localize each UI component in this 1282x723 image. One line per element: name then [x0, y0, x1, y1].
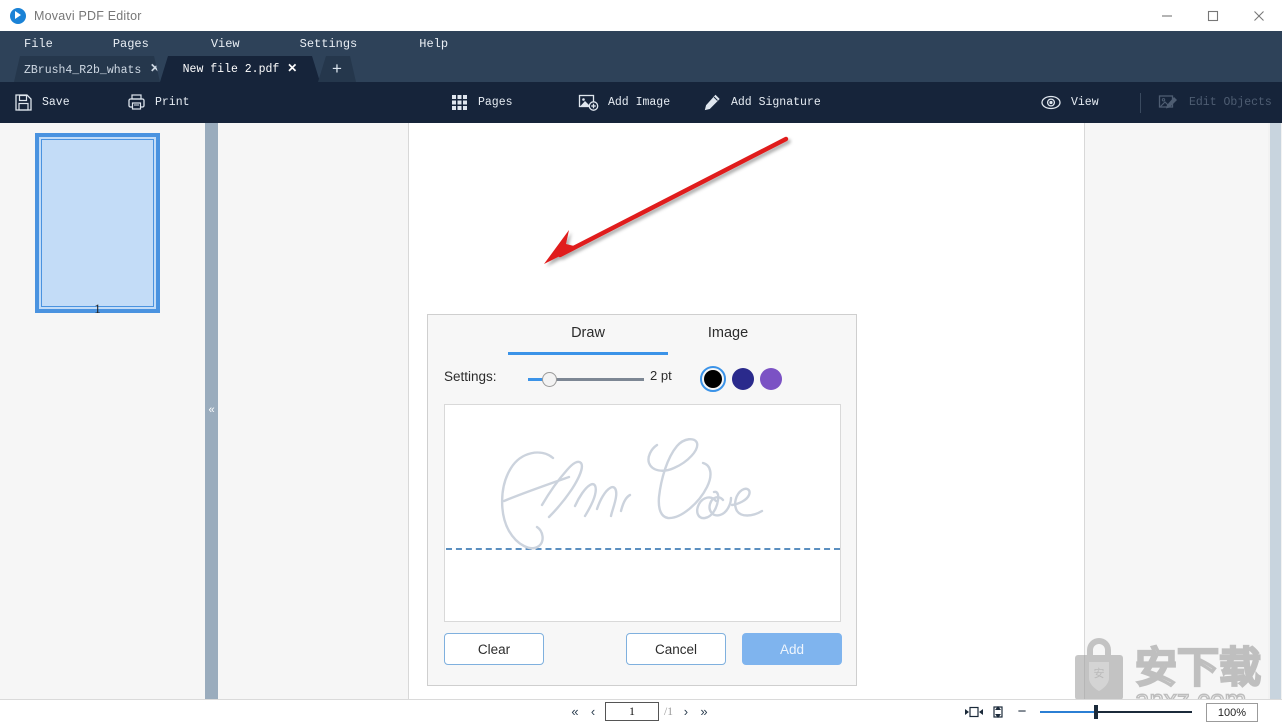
signature-dialog-tabs: Draw Image	[428, 315, 858, 357]
toolbar-divider	[1140, 93, 1141, 113]
color-swatches	[700, 366, 782, 392]
color-swatch-indigo[interactable]	[732, 368, 754, 390]
maximize-button[interactable]	[1190, 0, 1236, 31]
page-navigation: « ‹ 1 /1 › »	[566, 700, 713, 723]
tab-close-icon[interactable]: ✕	[150, 63, 160, 75]
fit-width-icon[interactable]	[962, 700, 986, 723]
view-button[interactable]: View	[1040, 82, 1099, 123]
scrollbar-thumb[interactable]	[1270, 123, 1281, 699]
add-image-icon	[578, 93, 599, 112]
settings-label: Settings:	[444, 369, 497, 384]
zoom-level-value[interactable]: 100%	[1206, 703, 1258, 722]
tab-image[interactable]: Image	[668, 325, 788, 341]
signature-dialog: Draw Image Settings: 2 pt Clear Cancel A…	[427, 314, 857, 686]
thumbnail-page-number: 1	[94, 301, 101, 316]
save-icon	[14, 93, 33, 112]
eye-icon	[1040, 93, 1062, 112]
status-bar: « ‹ 1 /1 › » − 100%	[0, 699, 1282, 723]
next-page-button[interactable]: ›	[677, 700, 695, 723]
workspace: 1 « Draw Image Settings: 2 pt Clear Canc…	[0, 123, 1282, 699]
print-button[interactable]: Print	[127, 82, 190, 123]
pages-label: Pages	[478, 96, 513, 109]
zoom-slider-knob[interactable]	[1094, 705, 1098, 719]
close-button[interactable]	[1236, 0, 1282, 31]
add-image-label: Add Image	[608, 96, 671, 109]
page-thumbnail-1[interactable]	[35, 133, 160, 313]
save-label: Save	[42, 96, 70, 109]
print-label: Print	[155, 96, 190, 109]
window-controls	[1144, 0, 1282, 31]
tab-close-icon[interactable]: ✕	[287, 63, 297, 75]
signature-dialog-buttons: Clear Cancel Add	[428, 633, 858, 669]
save-button[interactable]: Save	[14, 82, 70, 123]
title-bar: Movavi PDF Editor	[0, 0, 1282, 32]
add-image-button[interactable]: Add Image	[578, 82, 670, 123]
zoom-controls: − +	[962, 700, 1222, 723]
active-tab-underline	[508, 352, 668, 355]
tab-label: ZBrush4_R2b_whats⋯	[24, 63, 142, 77]
app-logo-icon	[10, 7, 26, 24]
signature-placeholder-strokes	[500, 438, 764, 550]
new-tab-button[interactable]: +	[318, 56, 356, 82]
menu-item-help[interactable]: Help	[409, 31, 458, 56]
first-page-button[interactable]: «	[566, 700, 584, 723]
thumbnail-panel: 1	[0, 123, 205, 699]
add-signature-button[interactable]: Add Signature	[702, 82, 821, 123]
tab-draw[interactable]: Draw	[528, 325, 648, 341]
edit-objects-icon	[1158, 93, 1180, 112]
menu-item-file[interactable]: File	[14, 31, 63, 56]
signature-canvas[interactable]	[444, 404, 841, 622]
menu-item-settings[interactable]: Settings	[290, 31, 368, 56]
color-swatch-purple[interactable]	[760, 368, 782, 390]
tab-label: New file 2.pdf	[182, 62, 280, 76]
print-icon	[127, 93, 146, 112]
view-label: View	[1071, 96, 1099, 109]
minimize-button[interactable]	[1144, 0, 1190, 31]
zoom-out-button[interactable]: −	[1010, 700, 1034, 723]
menu-item-view[interactable]: View	[201, 31, 250, 56]
previous-page-button[interactable]: ‹	[584, 700, 602, 723]
pages-grid-icon	[450, 93, 469, 112]
fit-page-icon[interactable]	[986, 700, 1010, 723]
thumbnail-preview	[41, 139, 154, 307]
collapse-panel-icon[interactable]: «	[205, 399, 218, 421]
thickness-value: 2 pt	[650, 368, 672, 383]
app-window: Movavi PDF Editor File Pages View Settin…	[0, 0, 1282, 723]
thickness-slider-knob[interactable]	[542, 372, 557, 387]
signature-pen-icon	[702, 93, 722, 112]
clear-button[interactable]: Clear	[444, 633, 544, 665]
tab-strip: ZBrush4_R2b_whats⋯ ✕ New file 2.pdf ✕ +	[0, 56, 1282, 82]
vertical-scrollbar[interactable]	[1268, 123, 1282, 699]
total-pages-label: /1	[664, 705, 673, 718]
cancel-button[interactable]: Cancel	[626, 633, 726, 665]
tab-new-file[interactable]: New file 2.pdf ✕	[160, 56, 320, 82]
menu-bar: File Pages View Settings Help	[0, 31, 1282, 56]
last-page-button[interactable]: »	[695, 700, 713, 723]
color-swatch-black[interactable]	[700, 366, 726, 392]
page-number-input[interactable]: 1	[605, 702, 659, 721]
add-signature-label: Add Signature	[731, 96, 821, 109]
zoom-slider[interactable]	[1040, 700, 1192, 723]
app-title: Movavi PDF Editor	[34, 8, 142, 23]
color-swatch-dot	[704, 370, 722, 388]
pages-button[interactable]: Pages	[450, 82, 513, 123]
menu-item-pages[interactable]: Pages	[103, 31, 159, 56]
edit-objects-button[interactable]: Edit Objects	[1158, 82, 1272, 123]
add-button[interactable]: Add	[742, 633, 842, 665]
tab-zbrush[interactable]: ZBrush4_R2b_whats⋯ ✕	[14, 56, 160, 82]
signature-settings-row: Settings: 2 pt	[428, 363, 858, 395]
zoom-slider-fill	[1040, 711, 1096, 713]
edit-objects-label: Edit Objects	[1189, 96, 1272, 109]
main-toolbar: Save Print Pages Add Image Add Signature…	[0, 82, 1282, 123]
